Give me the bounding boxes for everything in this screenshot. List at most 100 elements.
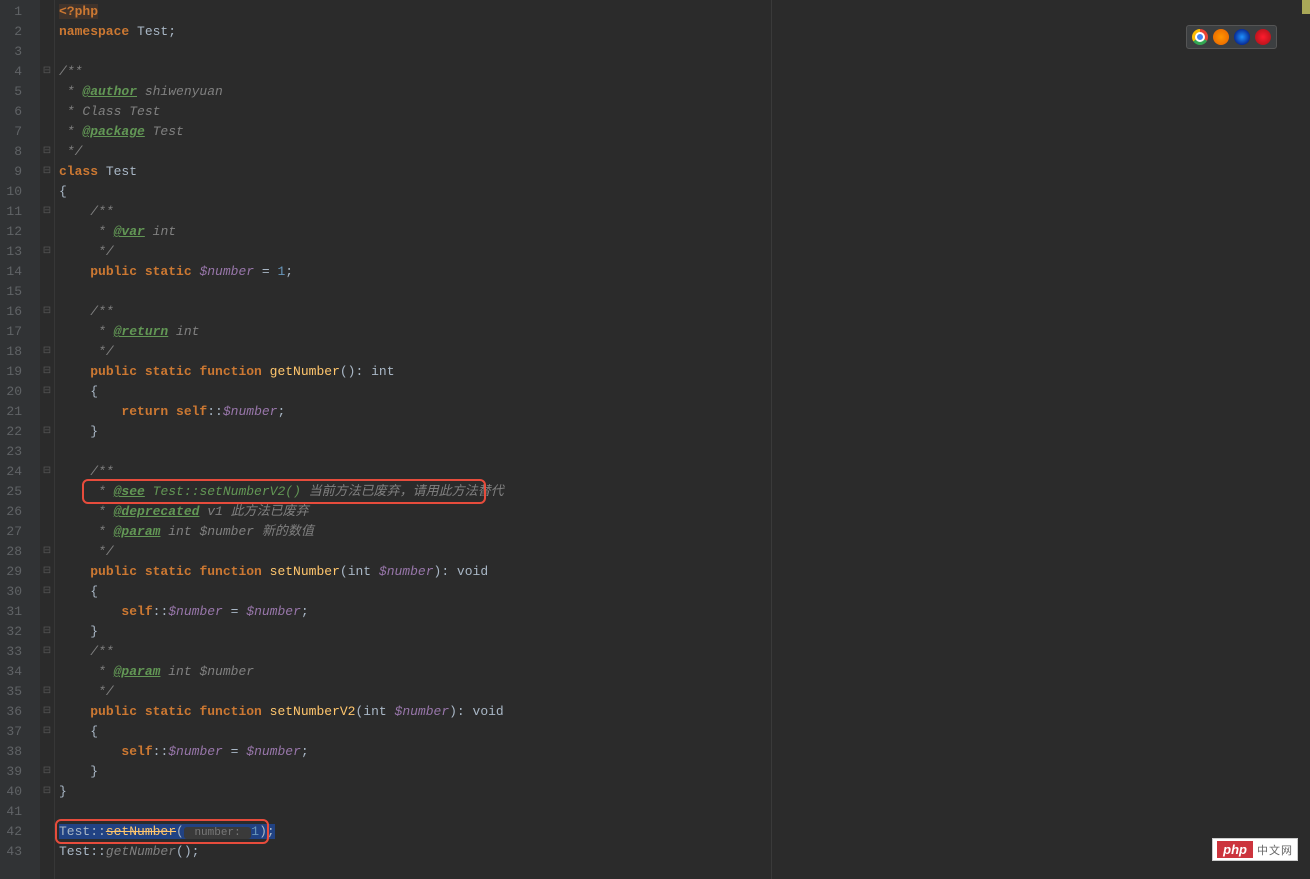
code-line[interactable] — [59, 802, 1310, 822]
code-line[interactable]: public static $number = 1; — [59, 262, 1310, 282]
code-line[interactable]: /** — [59, 202, 1310, 222]
fold-toggle-icon[interactable]: ⊟ — [40, 342, 54, 362]
fold-toggle-icon[interactable]: ⊟ — [40, 202, 54, 222]
code-line[interactable]: */ — [59, 342, 1310, 362]
line-number: 33 — [0, 642, 22, 662]
line-number: 12 — [0, 222, 22, 242]
fold-toggle-icon[interactable]: ⊟ — [40, 682, 54, 702]
fold-toggle-icon[interactable]: ⊟ — [40, 462, 54, 482]
code-line[interactable]: Test::getNumber(); — [59, 842, 1310, 862]
code-line[interactable]: { — [59, 382, 1310, 402]
line-number: 43 — [0, 842, 22, 862]
fold-toggle-icon[interactable]: ⊟ — [40, 422, 54, 442]
code-line[interactable]: { — [59, 722, 1310, 742]
code-line[interactable]: } — [59, 762, 1310, 782]
fold-toggle-icon[interactable]: ⊟ — [40, 782, 54, 802]
code-line[interactable]: self::$number = $number; — [59, 602, 1310, 622]
safari-icon[interactable] — [1234, 29, 1250, 45]
chrome-icon[interactable] — [1192, 29, 1208, 45]
code-line[interactable]: namespace Test; — [59, 22, 1310, 42]
code-line[interactable]: * @deprecated v1 此方法已废弃 — [59, 502, 1310, 522]
code-line[interactable]: /** — [59, 642, 1310, 662]
line-number: 29 — [0, 562, 22, 582]
line-number: 4 — [0, 62, 22, 82]
fold-toggle-icon[interactable]: ⊟ — [40, 542, 54, 562]
code-line[interactable]: Test::setNumber( number: 1); — [59, 822, 1310, 842]
fold-toggle-icon[interactable]: ⊟ — [40, 702, 54, 722]
code-editor[interactable]: 1 2 3 4 5 6 7 8 9 10 11 12 13 14 15 16 1… — [0, 0, 1310, 879]
fold-toggle-icon[interactable]: ⊟ — [40, 162, 54, 182]
line-number: 25 — [0, 482, 22, 502]
code-line[interactable]: self::$number = $number; — [59, 742, 1310, 762]
line-number: 17 — [0, 322, 22, 342]
fold-toggle-icon[interactable]: ⊟ — [40, 622, 54, 642]
code-line[interactable]: /** — [59, 302, 1310, 322]
code-line[interactable]: * @package Test — [59, 122, 1310, 142]
fold-toggle-icon[interactable]: ⊟ — [40, 362, 54, 382]
fold-toggle-icon[interactable]: ⊟ — [40, 142, 54, 162]
code-line[interactable]: } — [59, 422, 1310, 442]
fold-toggle-icon[interactable]: ⊟ — [40, 642, 54, 662]
code-line[interactable]: return self::$number; — [59, 402, 1310, 422]
fold-gutter[interactable]: ⊟ ⊟ ⊟ ⊟ ⊟ ⊟ ⊟ ⊟ ⊟ ⊟ ⊟ ⊟ ⊟ ⊟ ⊟ ⊟ ⊟ ⊟ ⊟ ⊟ … — [40, 0, 55, 879]
fold-toggle-icon[interactable]: ⊟ — [40, 562, 54, 582]
code-line[interactable]: } — [59, 782, 1310, 802]
line-number: 19 — [0, 362, 22, 382]
watermark-badge: php 中文网 — [1212, 838, 1298, 861]
line-number: 35 — [0, 682, 22, 702]
fold-toggle-icon[interactable]: ⊟ — [40, 582, 54, 602]
code-line[interactable]: */ — [59, 142, 1310, 162]
fold-toggle-icon[interactable]: ⊟ — [40, 722, 54, 742]
line-number: 41 — [0, 802, 22, 822]
code-area[interactable]: <?php namespace Test; /** * @author shiw… — [55, 0, 1310, 879]
line-number: 7 — [0, 122, 22, 142]
code-line[interactable]: { — [59, 182, 1310, 202]
code-line[interactable] — [59, 282, 1310, 302]
code-line[interactable] — [59, 442, 1310, 462]
line-number: 30 — [0, 582, 22, 602]
code-line[interactable] — [59, 42, 1310, 62]
code-line[interactable]: */ — [59, 682, 1310, 702]
code-line[interactable]: * @return int — [59, 322, 1310, 342]
code-line[interactable]: public static function setNumberV2(int $… — [59, 702, 1310, 722]
fold-toggle-icon[interactable]: ⊟ — [40, 242, 54, 262]
line-number: 3 — [0, 42, 22, 62]
code-line[interactable]: class Test — [59, 162, 1310, 182]
line-number: 5 — [0, 82, 22, 102]
code-line[interactable]: /** — [59, 62, 1310, 82]
fold-toggle-icon[interactable]: ⊟ — [40, 302, 54, 322]
line-number: 28 — [0, 542, 22, 562]
code-line[interactable]: /** — [59, 462, 1310, 482]
line-number: 36 — [0, 702, 22, 722]
code-line[interactable]: public static function getNumber(): int — [59, 362, 1310, 382]
code-line[interactable]: { — [59, 582, 1310, 602]
code-line[interactable]: * @var int — [59, 222, 1310, 242]
code-line[interactable]: */ — [59, 242, 1310, 262]
code-line[interactable]: * @author shiwenyuan — [59, 82, 1310, 102]
code-line[interactable]: ​ — [59, 862, 1310, 879]
code-line[interactable]: * @param int $number 新的数值 — [59, 522, 1310, 542]
line-number: 8 — [0, 142, 22, 162]
firefox-icon[interactable] — [1213, 29, 1229, 45]
code-line[interactable]: <?php — [59, 2, 1310, 22]
line-number: 16 — [0, 302, 22, 322]
line-number: 40 — [0, 782, 22, 802]
code-line[interactable]: */ — [59, 542, 1310, 562]
code-line[interactable]: * @param int $number — [59, 662, 1310, 682]
fold-toggle-icon[interactable]: ⊟ — [40, 382, 54, 402]
line-number: 13 — [0, 242, 22, 262]
code-line[interactable]: * @see Test::setNumberV2() 当前方法已废弃，请用此方法… — [59, 482, 1310, 502]
line-number: 27 — [0, 522, 22, 542]
opera-icon[interactable] — [1255, 29, 1271, 45]
code-line[interactable]: public static function setNumber(int $nu… — [59, 562, 1310, 582]
open-in-browser-toolbar[interactable] — [1186, 25, 1277, 49]
line-number: 38 — [0, 742, 22, 762]
line-number — [0, 862, 22, 879]
line-number: 37 — [0, 722, 22, 742]
code-line[interactable]: } — [59, 622, 1310, 642]
line-number-gutter: 1 2 3 4 5 6 7 8 9 10 11 12 13 14 15 16 1… — [0, 0, 40, 879]
code-line[interactable]: * Class Test — [59, 102, 1310, 122]
fold-toggle-icon[interactable]: ⊟ — [40, 762, 54, 782]
fold-toggle-icon[interactable]: ⊟ — [40, 62, 54, 82]
line-number: 2 — [0, 22, 22, 42]
